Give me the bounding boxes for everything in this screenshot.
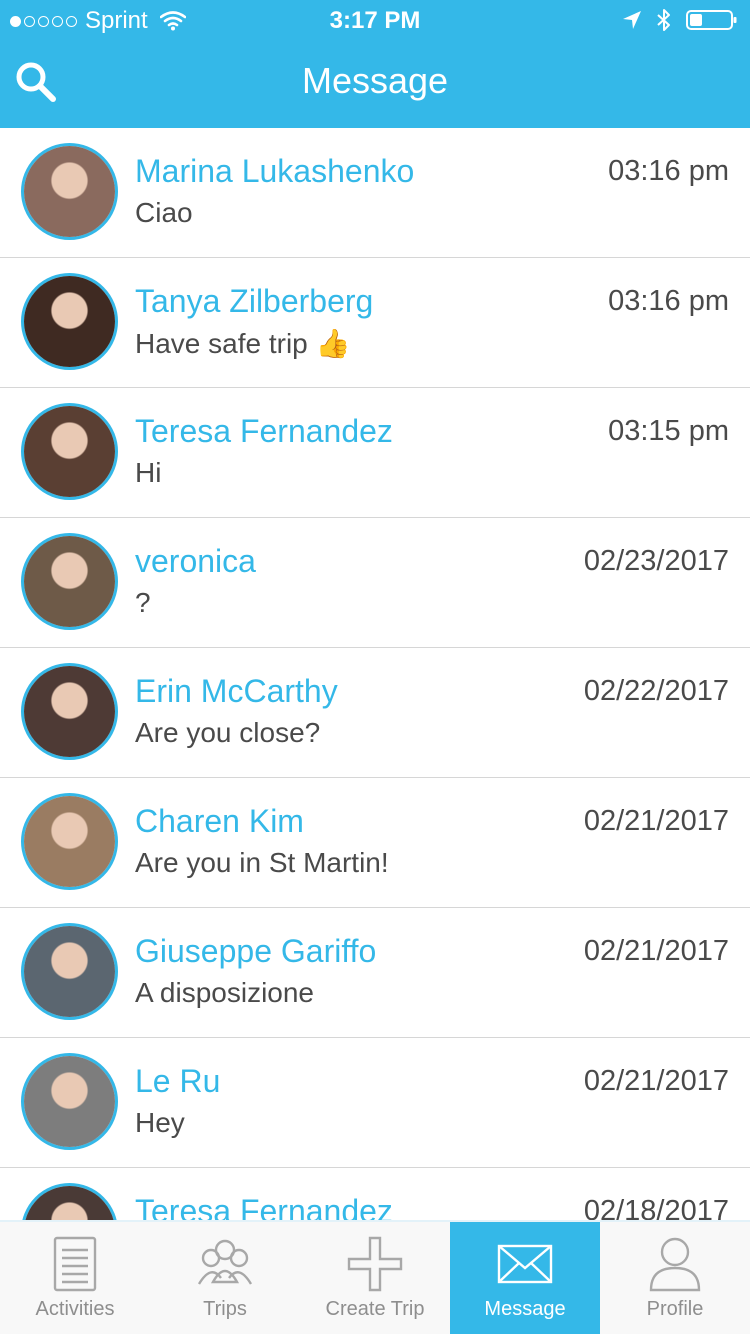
avatar-photo: [24, 406, 115, 497]
message-time: 03:16 pm: [608, 285, 729, 317]
message-time: 02/23/2017: [583, 545, 729, 577]
message-preview: Hi: [135, 457, 162, 488]
contact-name: Marina Lukashenko: [135, 153, 415, 189]
message-preview: Hey: [135, 1107, 185, 1138]
tab-profile[interactable]: Profile: [600, 1222, 750, 1334]
avatar: [21, 533, 118, 630]
message-preview: A disposizione: [135, 977, 315, 1008]
page-title: Message: [301, 60, 449, 101]
avatar-photo: [24, 926, 115, 1017]
tab-trips[interactable]: Trips: [150, 1222, 300, 1334]
avatar: [21, 663, 118, 760]
avatar: [21, 403, 118, 500]
tab-label: Create Trip: [325, 1298, 425, 1320]
avatar-photo: [24, 276, 115, 367]
location-arrow-icon: [623, 11, 641, 29]
message-preview: Have safe trip 👍: [135, 328, 351, 359]
group-icon: [195, 1234, 255, 1294]
conversation-row[interactable]: veronica? 02/23/2017: [0, 518, 750, 648]
tab-label: Trips: [203, 1298, 247, 1320]
avatar: [21, 793, 118, 890]
plus-icon: [345, 1234, 405, 1294]
message-time: 02/21/2017: [583, 1065, 729, 1097]
bluetooth-icon: [657, 9, 670, 31]
tab-label: Profile: [646, 1298, 704, 1320]
message-time: 02/21/2017: [583, 935, 729, 967]
conversation-row[interactable]: Erin McCarthy Are you close? 02/22/2017: [0, 648, 750, 778]
status-bar: Sprint 3:17 PM: [0, 0, 750, 40]
avatar: [21, 1183, 118, 1220]
contact-name: Charen Kim: [135, 803, 304, 839]
message-time: 02/18/2017: [583, 1195, 729, 1220]
tab-create-trip[interactable]: Create Trip: [300, 1222, 450, 1334]
message-preview: Are you in St Martin!: [135, 847, 389, 878]
contact-name: Erin McCarthy: [135, 673, 338, 709]
conversation-row[interactable]: Teresa Fernandez 02/18/2017: [0, 1168, 750, 1220]
message-time: 02/22/2017: [583, 675, 729, 707]
app-header: Sprint 3:17 PM Message: [0, 0, 750, 128]
conversation-list[interactable]: Marina Lukashenko Ciao 03:16 pm Tanya Zilbe…: [0, 128, 750, 1220]
document-icon: [45, 1234, 105, 1294]
avatar: [21, 1053, 118, 1150]
message-preview: Ciao: [135, 197, 193, 228]
message-time: 03:15 pm: [608, 415, 729, 447]
tab-label: Message: [484, 1298, 566, 1320]
tab-activities[interactable]: Activities: [0, 1222, 150, 1334]
avatar: [21, 923, 118, 1020]
status-right: [622, 8, 738, 32]
tab-label: Activities: [35, 1298, 115, 1320]
conversation-row[interactable]: Charen Kim Are you in St Martin! 02/21/201…: [0, 778, 750, 908]
contact-name: Giuseppe Gariffo: [135, 933, 377, 969]
conversation-row[interactable]: Le Ru Hey 02/21/2017: [0, 1038, 750, 1168]
avatar: [21, 273, 118, 370]
conversation-row[interactable]: Teresa Fernandez Hi 03:15 pm: [0, 388, 750, 518]
contact-name: veronica: [135, 543, 256, 579]
avatar: [21, 143, 118, 240]
avatar-photo: [24, 146, 115, 237]
envelope-icon: [495, 1234, 555, 1294]
contact-name: Le Ru: [135, 1063, 221, 1099]
avatar-photo: [24, 1186, 115, 1220]
tab-message[interactable]: Message: [450, 1222, 600, 1334]
person-icon: [645, 1234, 705, 1294]
message-time: 03:16 pm: [608, 155, 729, 187]
message-time: 02/21/2017: [583, 805, 729, 837]
contact-name: Teresa Fernandez: [135, 413, 393, 449]
conversation-row[interactable]: Marina Lukashenko Ciao 03:16 pm: [0, 128, 750, 258]
avatar-photo: [24, 1056, 115, 1147]
message-preview: Are you close?: [135, 717, 321, 748]
avatar-photo: [24, 796, 115, 887]
contact-name: Tanya Zilberberg: [135, 283, 374, 319]
contact-name: Teresa Fernandez: [135, 1193, 393, 1220]
avatar-photo: [24, 536, 115, 627]
avatar-photo: [24, 666, 115, 757]
conversation-row[interactable]: Giuseppe Gariffo A disposizione 02/21/2017: [0, 908, 750, 1038]
tab-bar: Activities Trips Create Trip Message Profile: [0, 1220, 750, 1334]
conversation-row[interactable]: Tanya Zilberberg Have safe trip 👍 03:16 pm: [0, 258, 750, 388]
battery-icon: [686, 10, 737, 30]
message-preview: ?: [135, 587, 151, 618]
